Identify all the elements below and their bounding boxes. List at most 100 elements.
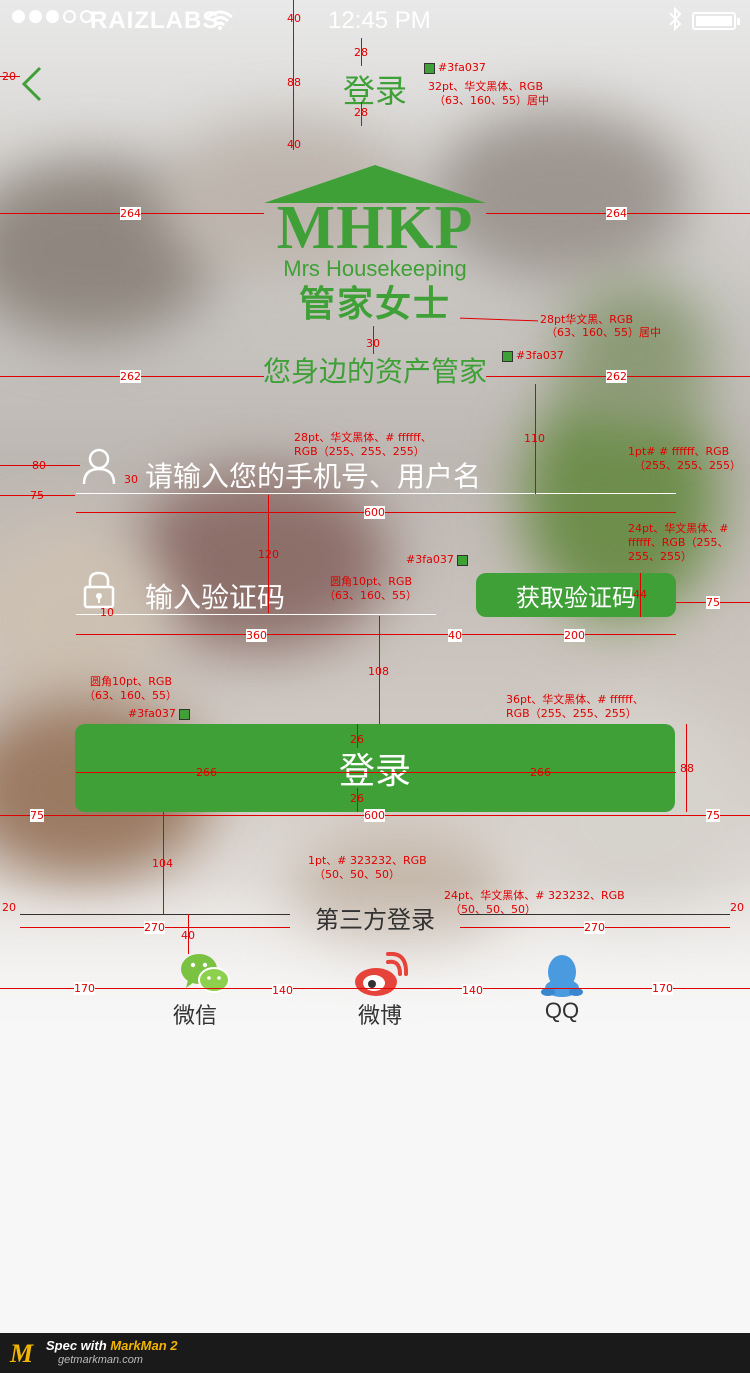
annotation-text: （63、160、55）	[84, 689, 177, 702]
dim-label: 30	[124, 473, 138, 486]
dim-label: 170	[74, 982, 95, 995]
dim-label: 20	[730, 901, 744, 914]
dim-label: 30	[366, 337, 380, 350]
dim-label: 140	[462, 984, 483, 997]
dim-label: 264	[606, 207, 627, 220]
signal-dots	[12, 10, 93, 23]
annotation-text: 24pt、华文黑体、#	[628, 522, 729, 535]
dim-label: 140	[272, 984, 293, 997]
dim-label: 104	[152, 857, 173, 870]
dim-label: 26	[350, 733, 364, 746]
dim-label: 28	[354, 106, 368, 119]
login-button[interactable]: 登录	[75, 724, 675, 812]
dim-line	[76, 634, 676, 635]
verification-code-input[interactable]: 输入验证码	[145, 576, 285, 616]
carrier-name: RAIZLABS	[90, 7, 220, 34]
annotation-swatch: #3fa037	[502, 349, 564, 362]
footer-title: Spec with MarkMan 2	[46, 1338, 178, 1353]
signal-dot	[29, 10, 42, 23]
logo-mhkp: MHKP	[276, 194, 474, 262]
dim-label: 75	[706, 596, 720, 609]
markman-logo: M	[10, 1339, 34, 1368]
status-bar: RAIZLABS 12:45 PM	[0, 0, 750, 40]
annotation-swatch: #3fa037	[128, 707, 193, 720]
dim-label: 600	[364, 506, 385, 519]
annotation-text: 28pt华文黑、RGB	[540, 313, 634, 326]
signal-dot	[63, 10, 76, 23]
dim-label: 20	[2, 901, 16, 914]
weibo-icon	[355, 951, 409, 996]
dim-label: 40	[287, 138, 301, 151]
user-icon	[82, 448, 116, 485]
markman-footer: M Spec with MarkMan 2 getmarkman.com	[0, 1333, 750, 1373]
logo-subtitle: Mrs Housekeeping	[283, 256, 467, 281]
account-underline	[76, 493, 676, 494]
dim-label: 266	[196, 766, 217, 779]
dim-label: 266	[530, 766, 551, 779]
dim-label: 360	[246, 629, 267, 642]
signal-dot	[46, 10, 59, 23]
annotation-text: 28pt、华文黑体、# ffffff、	[294, 431, 432, 444]
annotation-text: RGB（255、255、255）	[506, 707, 637, 720]
bluetooth-icon	[669, 6, 682, 32]
annotation-swatch: #3fa037	[424, 61, 486, 74]
brand-logo: MHKP Mrs Housekeeping 管家女士	[264, 165, 486, 328]
annotation-text: 24pt、华文黑体、# 323232、RGB	[444, 889, 625, 902]
annotation-text: 32pt、华文黑体、RGB	[428, 80, 544, 93]
annotation-text: 圆角10pt、RGB	[330, 575, 413, 588]
annotation-text: 圆角10pt、RGB	[90, 675, 173, 688]
qq-label: QQ	[544, 998, 580, 1023]
weibo-login[interactable]	[345, 951, 415, 1002]
dim-label: 75	[706, 809, 720, 822]
dim-label: 88	[680, 762, 694, 775]
dim-label: 40	[287, 12, 301, 25]
dim-line	[0, 76, 20, 77]
third-party-title: 第三方登录	[315, 906, 435, 934]
weibo-label: 微博	[357, 1004, 402, 1029]
dim-label: 28	[354, 46, 368, 59]
wechat-icon	[181, 954, 230, 993]
annotation-text: 36pt、华文黑体、# ffffff、	[506, 693, 644, 706]
annotation-text: 1pt# # ffffff、RGB	[628, 445, 730, 458]
dim-label: 262	[120, 370, 141, 383]
annotation-text: RGB（255、255、255）	[294, 445, 425, 458]
dim-line	[76, 772, 676, 773]
qq-icon	[541, 955, 583, 997]
annotation-text: （63、160、55）	[324, 589, 417, 602]
code-underline	[76, 614, 436, 615]
dim-label: 10	[100, 606, 114, 619]
annotation-text: ffffff、RGB（255、	[628, 536, 729, 549]
logo-chinese-name: 管家女士	[298, 284, 451, 325]
annotation-swatch: #3fa037	[406, 553, 471, 566]
lower-area	[0, 1040, 750, 1333]
wechat-login[interactable]	[170, 952, 240, 1000]
dim-label: 44	[633, 588, 647, 601]
dim-label: 40	[448, 629, 462, 642]
annotation-text: （63、160、55）居中	[546, 326, 661, 339]
dim-label: 75	[30, 489, 44, 502]
dim-label: 600	[364, 809, 385, 822]
dim-label: 108	[368, 665, 389, 678]
dim-label: 270	[144, 921, 165, 934]
dim-label: 262	[606, 370, 627, 383]
dim-label: 80	[32, 459, 46, 472]
dim-label: 264	[120, 207, 141, 220]
lock-icon	[83, 571, 115, 609]
dim-label: 110	[524, 432, 545, 445]
blurred-background	[0, 0, 750, 1040]
slogan: 您身边的资产管家	[262, 355, 487, 388]
battery-icon	[692, 12, 740, 30]
annotation-text: （50、50、50）	[314, 868, 400, 881]
dim-label: 270	[584, 921, 605, 934]
dim-label: 88	[287, 76, 301, 89]
page-title: 登录	[342, 72, 407, 110]
dim-label: 75	[30, 809, 44, 822]
status-time: 12:45 PM	[328, 7, 431, 34]
footer-site: getmarkman.com	[58, 1354, 143, 1366]
qq-login[interactable]	[527, 952, 597, 1004]
wechat-label: 微信	[172, 1004, 217, 1029]
account-input[interactable]: 请输入您的手机号、用户名	[145, 455, 481, 495]
wifi-icon	[207, 10, 233, 30]
signal-dot	[12, 10, 25, 23]
dim-label: 26	[350, 792, 364, 805]
